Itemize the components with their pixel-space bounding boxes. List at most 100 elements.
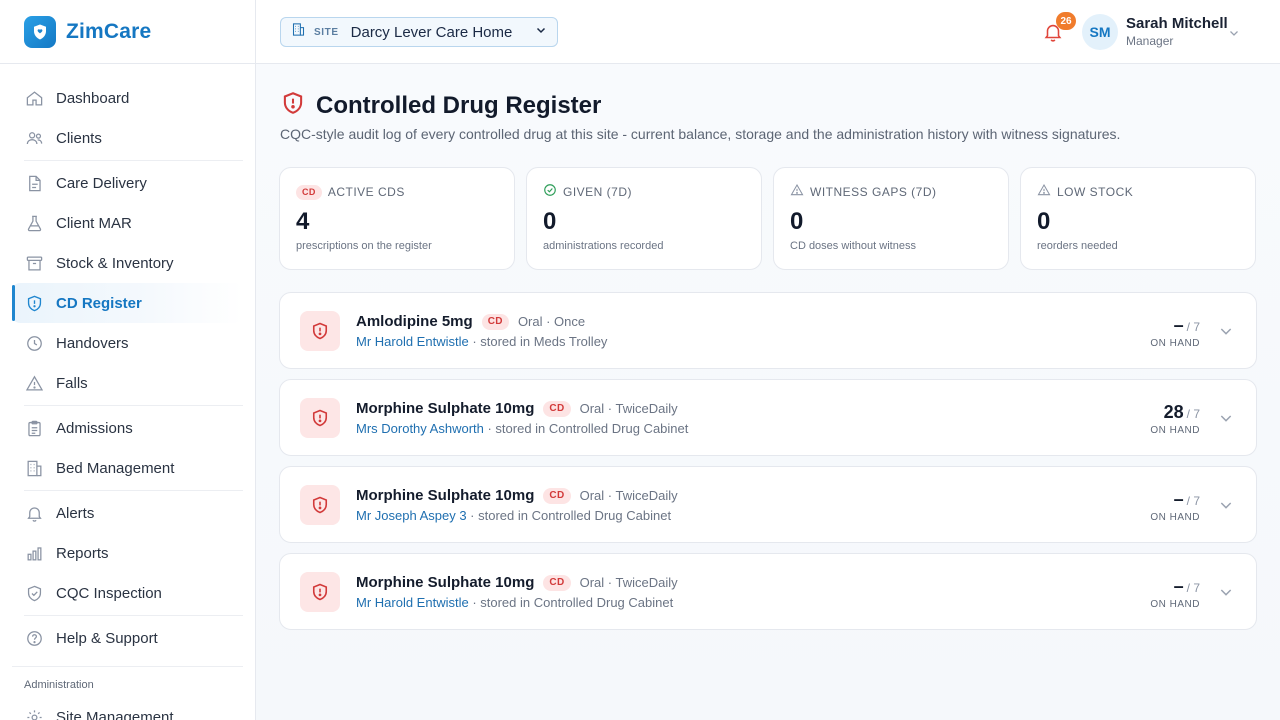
client-link[interactable]: Mr Joseph Aspey 3 bbox=[356, 508, 467, 523]
stat-value: 0 bbox=[1037, 208, 1051, 235]
client-link[interactable]: Mrs Dorothy Ashworth bbox=[356, 421, 484, 436]
sidebar-item-care-delivery[interactable]: Care Delivery bbox=[12, 163, 243, 203]
warning-icon bbox=[790, 183, 804, 202]
stat-card-low-stock: LOW STOCK 0 reorders needed bbox=[1020, 167, 1256, 270]
stat-note: prescriptions on the register bbox=[296, 240, 432, 252]
topbar: SITE Darcy Lever Care Home 26 SM Sarah M… bbox=[256, 0, 1280, 64]
on-hand-count: –/ 7 ON HAND bbox=[1150, 576, 1200, 610]
storage-location: · stored in Controlled Drug Cabinet bbox=[483, 421, 689, 436]
chevron-down-icon[interactable] bbox=[1228, 26, 1240, 44]
document-icon bbox=[24, 173, 44, 193]
drug-route: Oral · TwiceDaily bbox=[579, 488, 678, 503]
shield-alert-icon bbox=[300, 485, 340, 525]
storage-location: · stored in Controlled Drug Cabinet bbox=[466, 508, 672, 523]
on-hand-value: – bbox=[1173, 315, 1184, 335]
on-hand-count: –/ 7 ON HAND bbox=[1150, 489, 1200, 523]
shield-alert-icon bbox=[24, 293, 44, 313]
on-hand-value: 28 bbox=[1163, 402, 1184, 422]
client-link[interactable]: Mr Harold Entwistle bbox=[356, 595, 469, 610]
building-icon bbox=[291, 22, 306, 42]
sidebar-item-handovers[interactable]: Handovers bbox=[12, 323, 243, 363]
user-role: Manager bbox=[1126, 34, 1174, 48]
stat-card-witness-gaps: WITNESS GAPS (7D) 0 CD doses without wit… bbox=[773, 167, 1009, 270]
site-tag: SITE bbox=[314, 26, 339, 38]
main-content: Controlled Drug Register CQC-style audit… bbox=[256, 64, 1280, 720]
sidebar-item-label: Reports bbox=[56, 544, 109, 562]
storage-location: · stored in Controlled Drug Cabinet bbox=[468, 595, 674, 610]
on-hand-count: –/ 7 ON HAND bbox=[1150, 315, 1200, 349]
stat-note: administrations recorded bbox=[543, 240, 664, 252]
sidebar-item-clients[interactable]: Clients bbox=[12, 118, 243, 158]
site-select[interactable]: SITE Darcy Lever Care Home bbox=[280, 17, 558, 47]
avatar[interactable]: SM bbox=[1082, 14, 1118, 50]
cd-register-row[interactable]: Morphine Sulphate 10mg CD Oral · TwiceDa… bbox=[279, 379, 1257, 456]
sidebar-nav: Dashboard Clients Care Delivery Client M… bbox=[0, 64, 255, 720]
sidebar-item-falls[interactable]: Falls bbox=[12, 363, 243, 403]
sidebar-item-label: Handovers bbox=[56, 334, 129, 352]
sidebar-item-cd-register[interactable]: CD Register bbox=[12, 283, 243, 323]
on-hand-label: ON HAND bbox=[1150, 425, 1200, 436]
warning-icon bbox=[1037, 183, 1051, 202]
chevron-down-icon[interactable] bbox=[1218, 323, 1234, 344]
notification-count-badge: 26 bbox=[1056, 12, 1076, 30]
sidebar-item-label: Dashboard bbox=[56, 89, 130, 107]
help-circle-icon bbox=[24, 628, 44, 648]
gear-icon bbox=[24, 707, 44, 720]
sidebar-item-label: Falls bbox=[56, 374, 88, 392]
bell-icon bbox=[24, 503, 44, 523]
chevron-down-icon[interactable] bbox=[1218, 584, 1234, 605]
stat-label: ACTIVE CDS bbox=[327, 185, 405, 199]
storage-location: · stored in Meds Trolley bbox=[468, 334, 608, 349]
cd-badge: CD bbox=[296, 184, 322, 200]
cd-register-row[interactable]: Morphine Sulphate 10mg CD Oral · TwiceDa… bbox=[279, 553, 1257, 630]
on-hand-count: 28/ 7 ON HAND bbox=[1150, 402, 1200, 436]
on-hand-total: / 7 bbox=[1186, 581, 1200, 595]
sidebar-item-cqc-inspection[interactable]: CQC Inspection bbox=[12, 573, 243, 613]
drug-route: Oral · Once bbox=[517, 314, 586, 329]
cd-register-list: Amlodipine 5mg CD Oral · Once Mr Harold … bbox=[279, 292, 1257, 640]
sidebar-item-label: CD Register bbox=[56, 294, 142, 312]
sidebar-item-bed-management[interactable]: Bed Management bbox=[12, 448, 243, 488]
cd-badge: CD bbox=[543, 574, 571, 591]
client-link[interactable]: Mr Harold Entwistle bbox=[356, 334, 469, 349]
bar-chart-icon bbox=[24, 543, 44, 563]
stat-value: 0 bbox=[543, 208, 557, 235]
sidebar-item-label: Care Delivery bbox=[56, 174, 147, 192]
drug-name: Morphine Sulphate 10mg bbox=[356, 400, 535, 417]
user-name[interactable]: Sarah Mitchell bbox=[1126, 15, 1228, 32]
stat-note: CD doses without witness bbox=[790, 240, 916, 252]
sidebar-item-alerts[interactable]: Alerts bbox=[12, 493, 243, 533]
on-hand-value: – bbox=[1173, 576, 1184, 596]
shield-alert-icon bbox=[280, 90, 306, 121]
cd-register-row[interactable]: Amlodipine 5mg CD Oral · Once Mr Harold … bbox=[279, 292, 1257, 369]
shield-alert-icon bbox=[300, 398, 340, 438]
warning-icon bbox=[24, 373, 44, 393]
shield-alert-icon bbox=[300, 572, 340, 612]
cd-register-row[interactable]: Morphine Sulphate 10mg CD Oral · TwiceDa… bbox=[279, 466, 1257, 543]
sidebar-item-dashboard[interactable]: Dashboard bbox=[12, 78, 243, 118]
stats-row: CD ACTIVE CDS 4 prescriptions on the reg… bbox=[279, 167, 1256, 270]
chevron-down-icon[interactable] bbox=[1218, 497, 1234, 518]
building-icon bbox=[24, 458, 44, 478]
sidebar-item-admissions[interactable]: Admissions bbox=[12, 408, 243, 448]
on-hand-label: ON HAND bbox=[1150, 512, 1200, 523]
sidebar-item-site-management[interactable]: Site Management bbox=[12, 697, 243, 720]
users-icon bbox=[24, 128, 44, 148]
sidebar-item-label: Bed Management bbox=[56, 459, 175, 477]
sidebar-item-client-mar[interactable]: Client MAR bbox=[12, 203, 243, 243]
zimcare-logo-icon bbox=[24, 15, 56, 48]
nav-group-label-administration: Administration bbox=[24, 679, 94, 691]
sidebar-item-stock-inventory[interactable]: Stock & Inventory bbox=[12, 243, 243, 283]
shield-check-icon bbox=[24, 583, 44, 603]
drug-name: Amlodipine 5mg bbox=[356, 313, 473, 330]
on-hand-total: / 7 bbox=[1186, 320, 1200, 334]
sidebar-item-reports[interactable]: Reports bbox=[12, 533, 243, 573]
sidebar: ZimCare Dashboard Clients Care Delivery … bbox=[0, 0, 256, 720]
page-subtitle: CQC-style audit log of every controlled … bbox=[280, 126, 1121, 142]
sidebar-item-help-support[interactable]: Help & Support bbox=[12, 618, 243, 658]
chevron-down-icon[interactable] bbox=[1218, 410, 1234, 431]
page-title: Controlled Drug Register bbox=[316, 91, 602, 119]
drug-name: Morphine Sulphate 10mg bbox=[356, 574, 535, 591]
brand[interactable]: ZimCare bbox=[0, 0, 255, 64]
drug-route: Oral · TwiceDaily bbox=[579, 401, 678, 416]
